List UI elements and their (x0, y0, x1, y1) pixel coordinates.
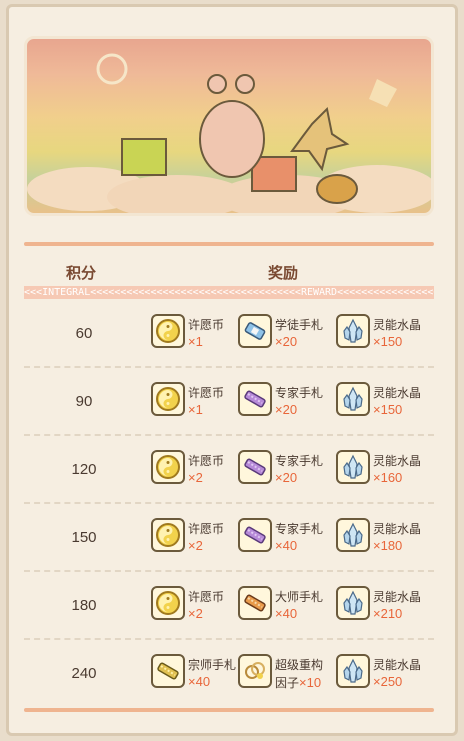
integral-label: INTEGRAL (42, 287, 91, 298)
reward-name: 学徒手札 (275, 318, 324, 332)
reward-quantity: ×180 (373, 538, 403, 553)
header-separator (24, 242, 434, 246)
reward-quantity: ×40 (275, 606, 298, 621)
reward-quantity: ×40 (275, 538, 298, 553)
event-banner (24, 36, 434, 216)
crystal-icon (336, 586, 370, 620)
reward-name: 灵能水晶 (373, 658, 422, 672)
crystal-icon (336, 518, 370, 552)
coin-icon (151, 314, 185, 348)
reward-quantity: ×2 (188, 606, 203, 621)
scroll-blue-icon (238, 314, 272, 348)
reward-quantity: ×1 (188, 402, 203, 417)
reward-name: 灵能水晶 (373, 454, 422, 468)
score-value: 60 (75, 325, 93, 342)
snail-character-illustration (27, 53, 431, 213)
reward-quantity: ×10 (299, 675, 322, 690)
reward-row: 90 许愿币 ×1 专家手札 ×20 灵能水晶 ×150 (24, 368, 434, 436)
reward-name: 专家手札 (275, 522, 324, 536)
reward-name: 许愿币 (188, 590, 225, 604)
reward-en-label: REWARD (300, 287, 338, 298)
score-value: 150 (71, 529, 97, 546)
crystal-icon (336, 382, 370, 416)
reward-quantity: ×40 (188, 674, 211, 689)
scroll-gold-icon (151, 654, 185, 688)
reward-name: 灵能水晶 (373, 522, 422, 536)
reward-quantity: ×20 (275, 470, 298, 485)
score-header: 积分 (66, 265, 97, 282)
crystal-icon (336, 314, 370, 348)
reward-name: 大师手札 (275, 590, 324, 604)
reward-quantity: ×160 (373, 470, 403, 485)
reward-quantity: ×1 (188, 334, 203, 349)
reward-quantity: ×150 (373, 334, 403, 349)
coin-icon (151, 518, 185, 552)
crystal-icon (336, 654, 370, 688)
score-value: 90 (75, 393, 93, 410)
reward-name: 许愿币 (188, 386, 225, 400)
reward-name: 灵能水晶 (373, 318, 422, 332)
coin-icon (151, 382, 185, 416)
reward-name: 专家手札 (275, 454, 324, 468)
scroll-orange-icon (238, 586, 272, 620)
crystal-icon (336, 450, 370, 484)
reward-quantity: ×20 (275, 334, 298, 349)
reward-row: 180 许愿币 ×2 大师手札 ×40 灵能水晶 ×210 (24, 572, 434, 640)
reward-quantity: ×20 (275, 402, 298, 417)
reward-name: 许愿币 (188, 318, 225, 332)
coin-icon (151, 450, 185, 484)
reward-name: 专家手札 (275, 386, 324, 400)
score-value: 180 (71, 597, 97, 614)
reward-name: 许愿币 (188, 454, 225, 468)
factor-icon (238, 654, 272, 688)
reward-row: 150 许愿币 ×2 专家手札 ×40 灵能水晶 ×180 (24, 504, 434, 572)
reward-name: 灵能水晶 (373, 386, 422, 400)
coin-icon (151, 586, 185, 620)
footer-separator (24, 708, 434, 712)
reward-name: 灵能水晶 (373, 590, 422, 604)
reward-quantity: ×210 (373, 606, 403, 621)
reward-header: 奖励 (268, 265, 299, 282)
reward-name: 宗师手札 (188, 658, 237, 672)
reward-quantity: ×2 (188, 470, 203, 485)
reward-quantity: ×250 (373, 674, 403, 689)
reward-name-line2: 因子×10 (275, 675, 322, 690)
scroll-purple-icon (238, 450, 272, 484)
reward-row: 240 宗师手札 ×40 超级重构因子×10 灵能水晶 ×250 (24, 640, 434, 708)
reward-name: 许愿币 (188, 522, 225, 536)
reward-row: 60 许愿币 ×1 学徒手札 ×20 灵能水晶 ×150 (24, 300, 434, 368)
reward-quantity: ×150 (373, 402, 403, 417)
reward-name: 超级重构 (275, 658, 324, 672)
scroll-purple-icon (238, 518, 272, 552)
score-value: 240 (71, 665, 97, 682)
score-value: 120 (71, 461, 97, 478)
subheader-bar: <<<INTEGRAL<<<<<<<<<<<<<<<<<<<<<<<<<<<<<… (24, 286, 434, 299)
scroll-purple-icon (238, 382, 272, 416)
reward-row: 120 许愿币 ×2 专家手札 ×20 灵能水晶 ×160 (24, 436, 434, 504)
reward-quantity: ×2 (188, 538, 203, 553)
